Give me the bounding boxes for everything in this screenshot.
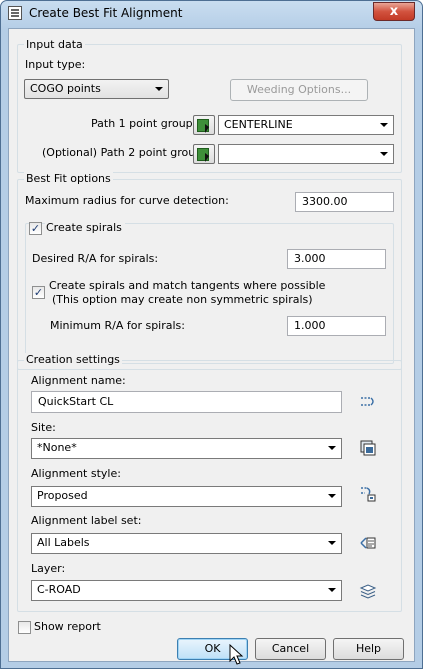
layer-dropdown[interactable]: C-ROAD (31, 580, 342, 601)
match-tangents-note: (This option may create non symmetric sp… (52, 293, 313, 306)
min-ra-input[interactable]: 1.000 (287, 316, 386, 336)
alignment-name-input[interactable]: QuickStart CL (31, 391, 342, 413)
input-type-label: Input type: (25, 58, 86, 71)
dialog-window: Create Best Fit Alignment x Input data I… (0, 0, 423, 669)
create-spirals-label: Create spirals (45, 221, 125, 234)
best-fit-group-label: Best Fit options (24, 172, 113, 185)
show-report-checkbox[interactable] (18, 621, 31, 634)
chevron-down-icon (328, 446, 336, 450)
dialog-client: Input data Input type: COGO points Weedi… (8, 28, 415, 662)
mouse-pointer-icon (229, 644, 244, 665)
dialog-title: Create Best Fit Alignment (29, 6, 183, 20)
title-bar[interactable]: Create Best Fit Alignment x (1, 1, 422, 27)
creation-settings-group-label: Creation settings (24, 353, 122, 366)
path2-label: (Optional) Path 2 point group: (42, 146, 206, 159)
desired-ra-input[interactable]: 3.000 (287, 249, 386, 269)
chevron-down-icon (328, 541, 336, 545)
layer-label: Layer: (31, 562, 66, 575)
label-set-value: All Labels (37, 536, 90, 549)
desired-ra-label: Desired R/A for spirals: (32, 252, 159, 265)
alignment-name-label: Alignment name: (31, 374, 126, 387)
chevron-down-icon (380, 152, 388, 156)
match-tangents-label: Create spirals and match tangents where … (49, 279, 326, 292)
site-value: *None* (37, 441, 77, 454)
chevron-down-icon (380, 123, 388, 127)
path1-pick-button[interactable] (193, 115, 215, 135)
layer-icon[interactable] (359, 582, 377, 600)
label-set-icon[interactable] (359, 534, 377, 552)
label-set-label: Alignment label set: (31, 514, 142, 527)
close-button[interactable]: x (373, 2, 415, 21)
label-set-dropdown[interactable]: All Labels (31, 533, 342, 554)
chevron-down-icon (328, 494, 336, 498)
show-report-label: Show report (34, 620, 101, 633)
dialog-icon (8, 6, 22, 20)
input-data-group-label: Input data (24, 38, 85, 51)
chevron-down-icon (155, 87, 163, 91)
path2-pick-button[interactable] (193, 144, 215, 164)
path1-label: Path 1 point group: (91, 117, 197, 130)
layer-value: C-ROAD (37, 583, 81, 596)
site-properties-icon[interactable] (359, 439, 377, 457)
min-ra-label: Minimum R/A for spirals: (50, 319, 185, 332)
path1-dropdown[interactable]: CENTERLINE (218, 115, 394, 135)
input-type-dropdown[interactable]: COGO points (24, 79, 169, 99)
weeding-options-button[interactable]: Weeding Options... (230, 79, 368, 101)
create-spirals-checkbox[interactable]: ✓ (29, 222, 42, 235)
max-radius-label: Maximum radius for curve detection: (25, 194, 229, 207)
name-template-icon[interactable] (359, 393, 377, 411)
chevron-down-icon (328, 588, 336, 592)
site-dropdown[interactable]: *None* (31, 438, 342, 459)
match-tangents-checkbox[interactable]: ✓ (32, 286, 45, 299)
path2-dropdown[interactable] (218, 144, 394, 164)
alignment-style-icon[interactable] (359, 485, 377, 503)
alignment-style-label: Alignment style: (31, 467, 121, 480)
max-radius-input[interactable]: 3300.00 (295, 192, 394, 212)
path1-value: CENTERLINE (224, 118, 293, 131)
help-button[interactable]: Help (333, 638, 404, 660)
alignment-style-value: Proposed (37, 489, 88, 502)
input-type-value: COGO points (30, 82, 101, 95)
alignment-style-dropdown[interactable]: Proposed (31, 486, 342, 507)
cancel-button[interactable]: Cancel (255, 638, 326, 660)
site-label: Site: (31, 421, 56, 434)
